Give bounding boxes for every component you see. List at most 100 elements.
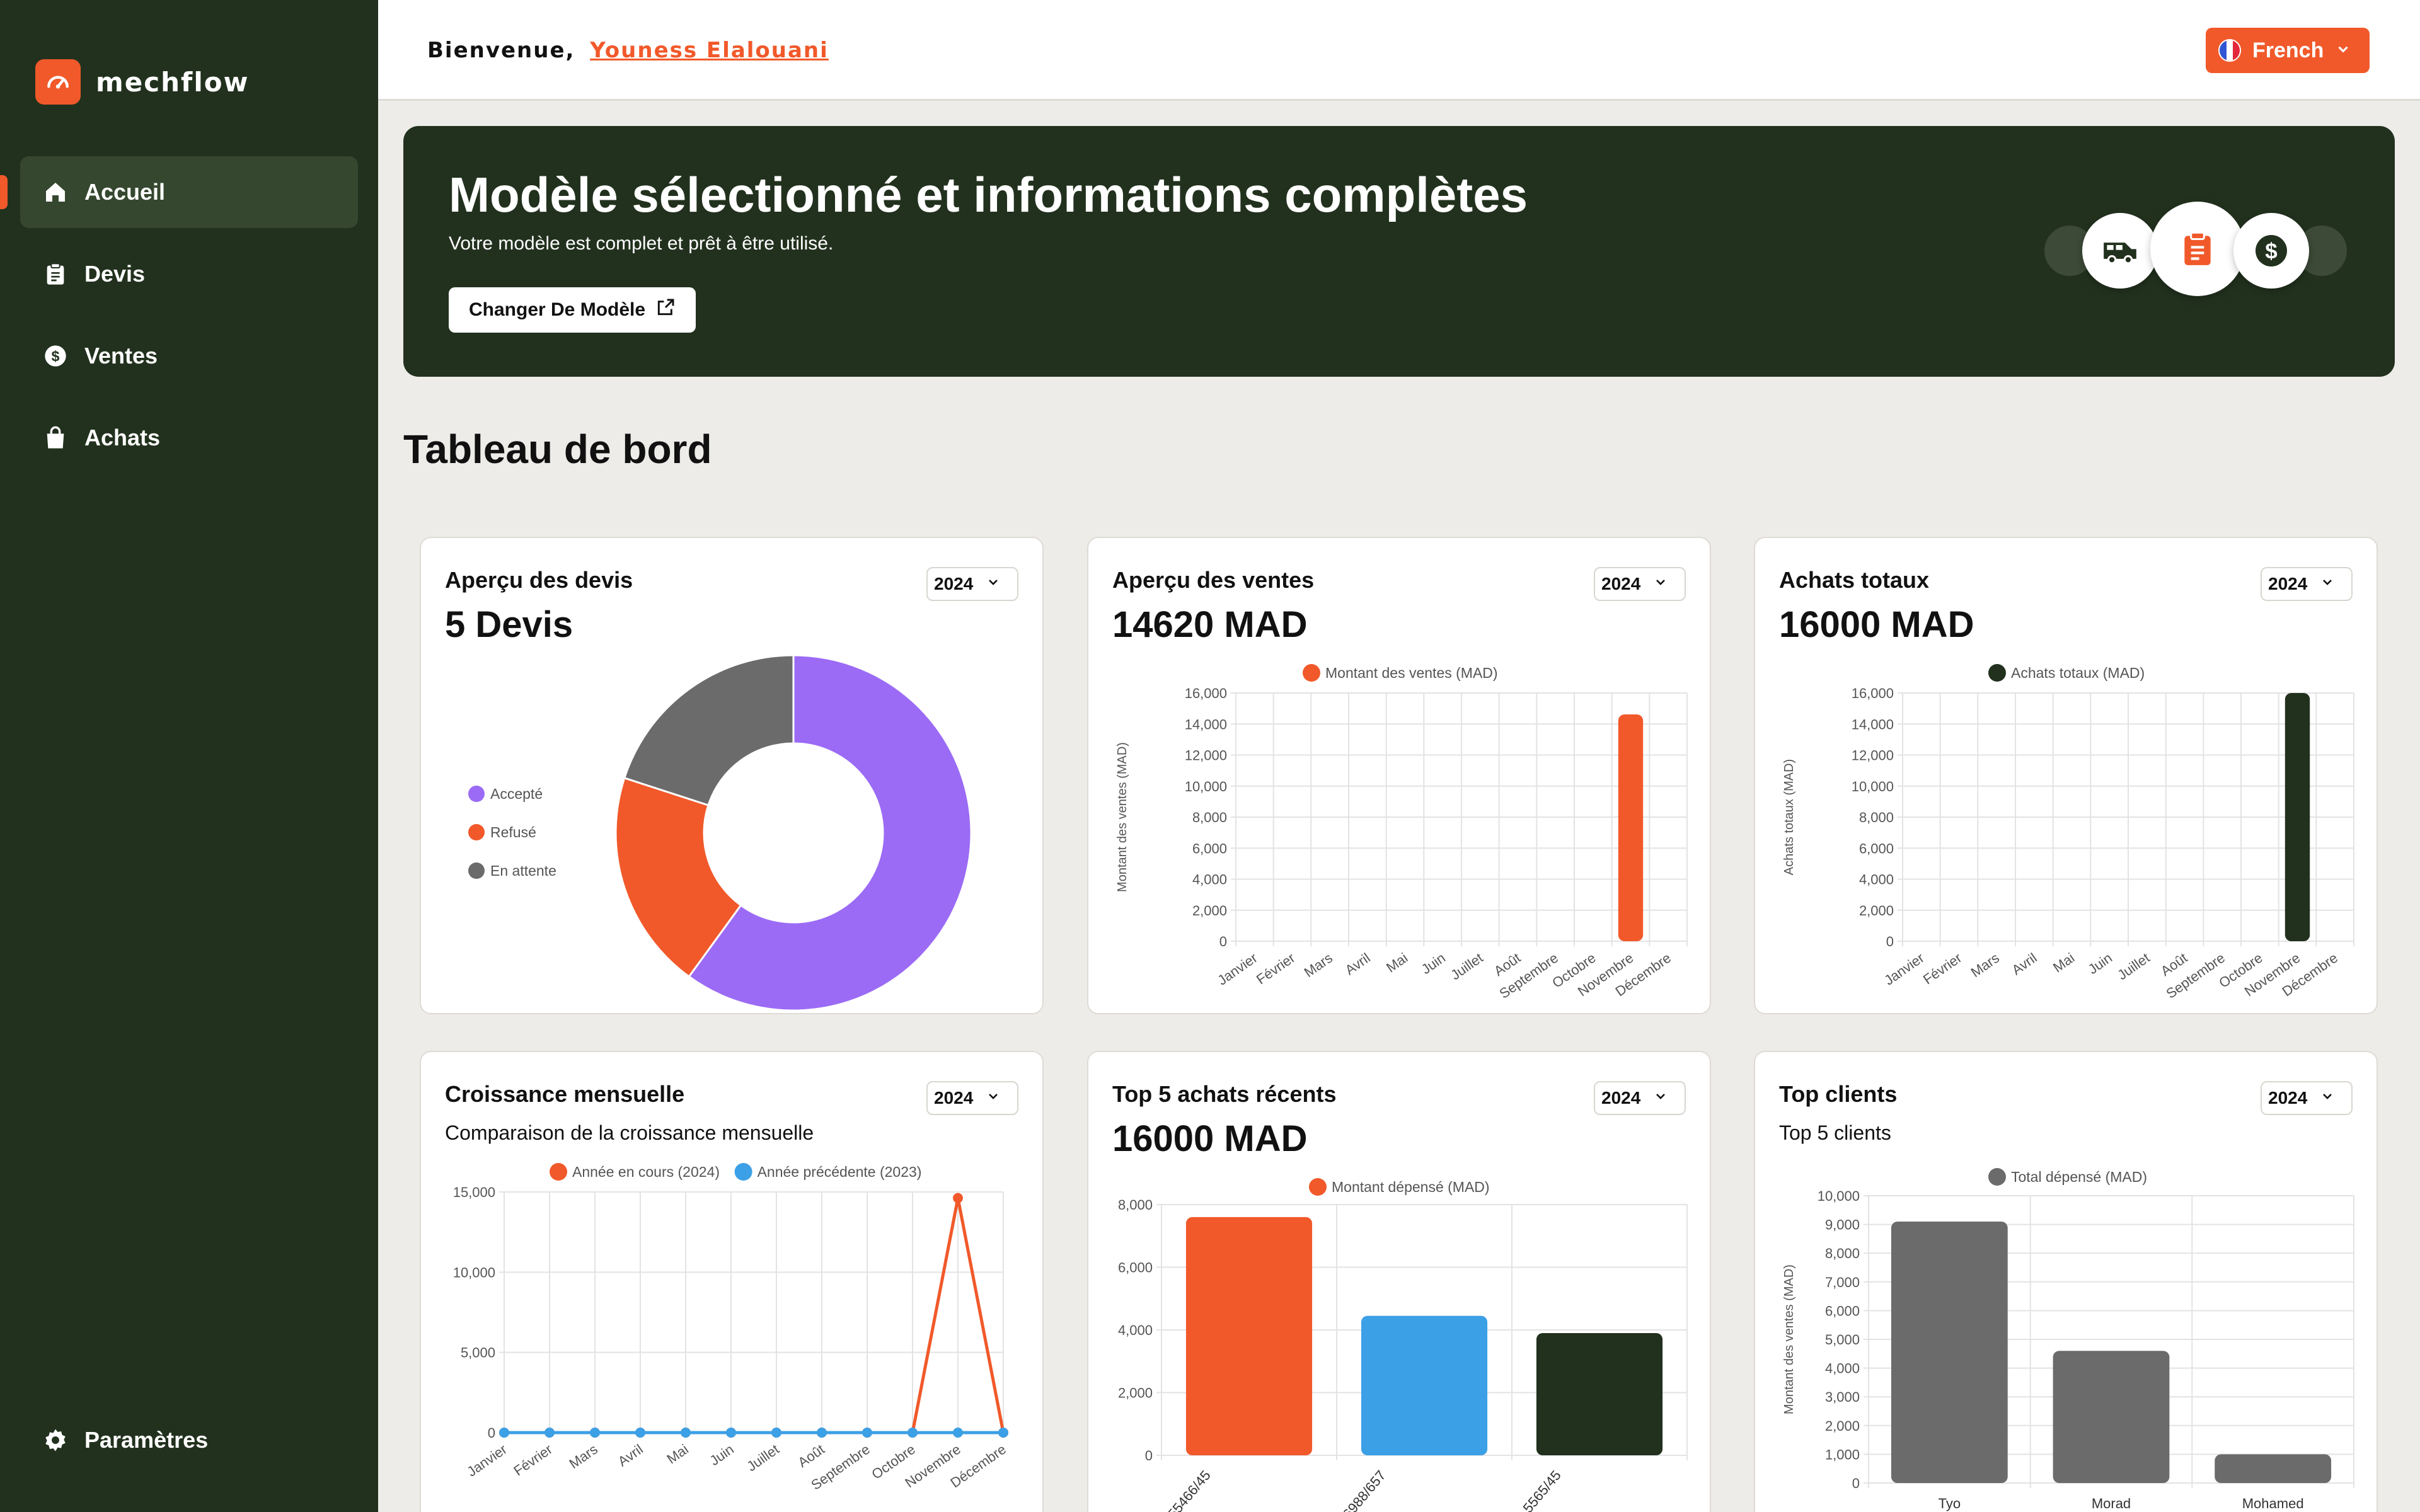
sidebar-item-accueil[interactable]: Accueil [0,156,358,228]
y-tick-label: 12,000 [1185,748,1227,764]
bar [2285,693,2310,941]
sidebar-item-ventes[interactable]: $ Ventes [20,320,358,392]
x-tick-label: Mars [1301,950,1335,981]
dollar-icon: $ [42,342,69,370]
x-tick-label: Février [1920,950,1964,988]
bar [2053,1351,2170,1483]
y-tick-label: 5,000 [1825,1332,1860,1348]
y-tick-label: 10,000 [1185,779,1227,794]
legend-label: Année précédente (2023) [758,1164,922,1180]
app-name: mechflow [96,66,250,98]
purchases-bar-chart: 0 2,000 4,000 6,000 8,000 10,000 12,000 14,000 1… [1782,664,2354,1002]
document-icon[interactable] [2150,202,2245,296]
app-logo[interactable]: mechflow [35,59,249,105]
bar [1891,1222,2008,1483]
legend-label: Total dépensé (MAD) [2011,1169,2147,1185]
x-tick-label: Août [795,1441,827,1470]
y-tick-label: 9,000 [1825,1217,1860,1233]
model-banner: Modèle sélectionné et informations compl… [403,126,2395,377]
active-indicator [0,175,8,209]
model-icons-carousel: $ [2044,202,2347,296]
shopping-bag-icon [42,424,69,452]
french-flag-icon [2218,39,2241,62]
legend-label: Accepté [490,786,543,802]
bar [2215,1454,2332,1483]
x-tick-label: Avril [1342,950,1373,978]
donut-slice [623,654,795,807]
data-point [953,1428,963,1438]
x-tick-label: Mars [1968,950,2002,981]
bar [1618,714,1644,941]
data-point [590,1428,600,1438]
y-tick-label: 5,000 [461,1345,495,1361]
data-point [499,1428,509,1438]
legend-swatch [734,1163,752,1181]
x-tick-label: Juillet [1448,950,1485,983]
user-name-link[interactable]: Youness Elalouani [590,38,828,63]
top-clients-card: Top clients Top 5 clients 2024 0 1,000 2,0… [1754,1051,2378,1512]
legend-swatch [468,786,485,802]
x-tick-label: Juin [706,1441,736,1469]
y-tick-label: 2,000 [1192,903,1227,919]
external-link-icon [655,297,676,323]
y-tick-label: 4,000 [1192,872,1227,888]
clipboard-icon [42,260,69,288]
y-tick-label: 2,000 [1859,903,1894,919]
growth-line-chart: 0 5,000 10,000 15,000 Janvier Février Mars Avri… [453,1163,1009,1493]
data-point [998,1428,1008,1438]
x-tick-label: Janvier [1214,950,1260,988]
y-tick-label: 2,000 [1118,1385,1153,1401]
x-tick-label: Février [1253,950,1298,988]
top-clients-bar-chart: 0 1,000 2,000 3,000 4,000 5,000 6,000 7,000 8,00… [1782,1168,2354,1511]
y-tick-label: 8,000 [1118,1197,1153,1213]
svg-text:$: $ [52,348,60,364]
y-tick-label: 8,000 [1859,810,1894,825]
x-tick-label: Morad [2092,1496,2131,1511]
legend-label: Refusé [490,824,536,840]
legend-label: En attente [490,862,556,879]
y-axis-title: Montant des ventes (MAD) [1115,742,1129,892]
legend-swatch [468,824,485,840]
y-tick-label: 3,000 [1825,1389,1860,1405]
sidebar-item-settings[interactable]: Paramètres [42,1426,208,1454]
data-point [726,1428,736,1438]
language-select[interactable]: French [2206,28,2370,73]
x-tick-label: Mai [2050,950,2077,976]
sidebar-item-devis[interactable]: Devis [20,238,358,310]
data-point [908,1428,918,1438]
legend-swatch [550,1163,567,1181]
sidebar-item-label: Achats [84,425,161,450]
x-tick-label: Juillet [744,1441,781,1475]
y-tick-label: 4,000 [1859,872,1894,888]
y-tick-label: 8,000 [1825,1246,1860,1261]
van-icon[interactable] [2082,213,2158,289]
legend-swatch [1988,1168,2006,1186]
x-tick-label: Janvier [464,1441,509,1480]
top-bar: Bienvenue, Youness Elalouani French [378,0,2420,101]
top-purchases-bar-chart: 0 2,000 4,000 6,000 8,000 55466/45 6988/657 556… [1118,1178,1688,1512]
sidebar-item-label: Accueil [84,179,166,205]
y-tick-label: 15,000 [453,1184,495,1200]
y-tick-label: 14,000 [1185,716,1227,732]
sidebar-item-achats[interactable]: Achats [20,402,358,474]
sidebar: mechflow Accueil Devis $ Ventes Achats P… [0,0,378,1512]
y-tick-label: 10,000 [1852,779,1894,794]
settings-label: Paramètres [84,1427,209,1453]
data-point [681,1428,691,1438]
y-tick-label: 8,000 [1192,810,1227,825]
x-tick-label: Mohamed [2242,1496,2304,1511]
bar [1536,1332,1663,1455]
legend-label: Montant dépensé (MAD) [1332,1179,1490,1195]
banner-subtitle: Votre modèle est complet et prêt à être … [449,233,834,254]
y-tick-label: 16,000 [1852,685,1894,701]
change-model-button[interactable]: Changer De Modèle [449,287,696,333]
y-tick-label: 1,000 [1825,1446,1860,1462]
legend-swatch [1303,664,1320,682]
y-tick-label: 6,000 [1192,840,1227,856]
dashboard-title: Tableau de bord [403,427,712,472]
banner-title: Modèle sélectionné et informations compl… [449,167,1528,222]
quotes-donut-chart: Accepté Refusé En attente [468,654,972,1012]
money-icon[interactable]: $ [2233,213,2309,289]
legend-label: Année en cours (2024) [572,1164,720,1180]
monthly-growth-card: Croissance mensuelle Comparaison de la c… [420,1051,1044,1512]
